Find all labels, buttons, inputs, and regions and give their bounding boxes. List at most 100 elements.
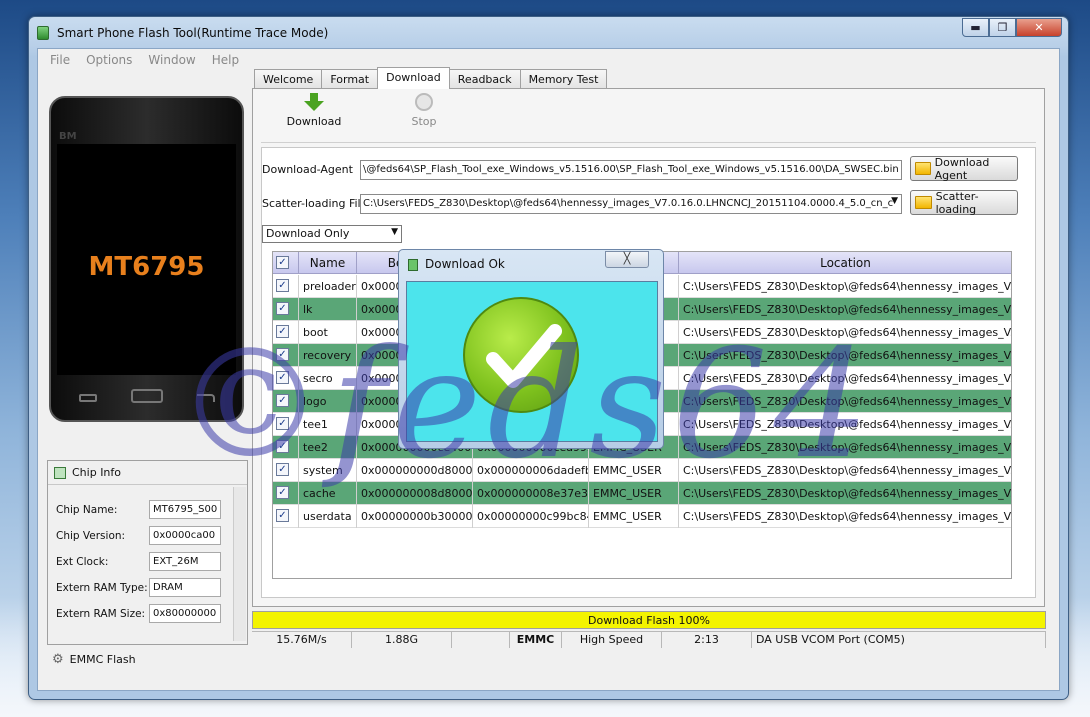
status-port: DA USB VCOM Port (COM5) [752, 632, 1046, 648]
cell-name: boot [299, 321, 357, 344]
status-time: 2:13 [662, 632, 752, 648]
cell-region: EMMC_USER [589, 505, 679, 528]
cell-name: recovery [299, 344, 357, 367]
table-row[interactable]: ✓ userdata0x00000000b30000000x00000000c99… [273, 505, 1011, 528]
cell-name: tee1 [299, 413, 357, 436]
check-all-checkbox[interactable]: ✓ [276, 256, 289, 269]
close-button[interactable]: ✕ [1016, 18, 1062, 37]
folder-icon [915, 162, 931, 175]
ext-clock-label: Ext Clock: [56, 556, 109, 568]
tab-memory-test[interactable]: Memory Test [519, 69, 608, 89]
tab-bar: Welcome Format Download Readback Memory … [254, 67, 608, 89]
title-bar[interactable]: Smart Phone Flash Tool(Runtime Trace Mod… [29, 17, 1068, 49]
cell-region: EMMC_USER [589, 482, 679, 505]
status-usb-speed: High Speed [562, 632, 662, 648]
cell-begin-address: 0x00000000b3000000 [357, 505, 473, 528]
header-check[interactable]: ✓ [273, 252, 299, 274]
cell-name: preloader [299, 275, 357, 298]
menu-window[interactable]: Window [140, 53, 203, 67]
stop-button[interactable]: Stop [394, 93, 454, 128]
download-button-label: Download [286, 115, 342, 128]
download-mode-value: Download Only [266, 227, 350, 240]
menu-options[interactable]: Options [78, 53, 140, 67]
cell-check: ✓ [273, 459, 299, 482]
cell-location: C:\Users\FEDS_Z830\Desktop\@feds64\henne… [679, 482, 1011, 505]
row-checkbox[interactable]: ✓ [276, 463, 289, 476]
scatter-loading-label: Scatter-loading File [262, 197, 368, 210]
cell-location: C:\Users\FEDS_Z830\Desktop\@feds64\henne… [679, 298, 1011, 321]
status-storage: EMMC [510, 632, 562, 648]
emmc-flash-header[interactable]: ⚙ EMMC Flash [52, 652, 136, 667]
cell-check: ✓ [273, 367, 299, 390]
chip-info-header[interactable]: Chip Info [48, 461, 247, 485]
chip-name-value: MT6795_S00 [149, 500, 221, 519]
maximize-button[interactable]: ❐ [989, 18, 1016, 37]
cell-end-address: 0x00000000c99bc843 [473, 505, 589, 528]
row-checkbox[interactable]: ✓ [276, 371, 289, 384]
phone-image: BM MT6795 [49, 96, 244, 422]
download-agent-button[interactable]: Download Agent [910, 155, 1018, 182]
menu-help[interactable]: Help [204, 53, 247, 67]
table-row[interactable]: ✓ cache0x000000008d8000000x000000008e37e3… [273, 482, 1011, 505]
home-key-icon [131, 389, 163, 403]
download-agent-path[interactable]: \@feds64\SP_Flash_Tool_exe_Windows_v5.15… [360, 160, 902, 180]
tab-download[interactable]: Download [377, 67, 450, 89]
cell-name: userdata [299, 505, 357, 528]
cell-name: system [299, 459, 357, 482]
row-checkbox[interactable]: ✓ [276, 348, 289, 361]
emmc-flash-label: EMMC Flash [69, 653, 136, 666]
tab-welcome[interactable]: Welcome [254, 69, 323, 89]
cell-location: C:\Users\FEDS_Z830\Desktop\@feds64\henne… [679, 459, 1011, 482]
cell-begin-address: 0x000000000d800000 [357, 459, 473, 482]
download-arrow-icon [303, 93, 325, 113]
row-checkbox[interactable]: ✓ [276, 325, 289, 338]
status-bar: 15.76M/s 1.88G EMMC High Speed 2:13 DA U… [252, 631, 1046, 648]
dialog-close-button[interactable]: ╳ [605, 251, 649, 268]
back-key-icon [197, 394, 215, 402]
toolbar: Download Stop [261, 91, 1036, 143]
header-location[interactable]: Location [679, 252, 1011, 274]
minimize-button[interactable]: ▬ [962, 18, 989, 37]
checkmark-glyph [486, 324, 562, 388]
chevron-down-icon: ▼ [391, 227, 398, 237]
tab-readback[interactable]: Readback [448, 69, 521, 89]
row-checkbox[interactable]: ✓ [276, 509, 289, 522]
cell-end-address: 0x000000008e37e3b7 [473, 482, 589, 505]
menu-file[interactable]: File [42, 53, 78, 67]
status-blank [452, 632, 510, 648]
ext-clock-value: EXT_26M [149, 552, 221, 571]
table-row[interactable]: ✓ system0x000000000d8000000x000000006dade… [273, 459, 1011, 482]
dialog-body [406, 281, 658, 442]
scatter-loading-button[interactable]: Scatter-loading [910, 190, 1018, 216]
cell-check: ✓ [273, 482, 299, 505]
chip-info-scrollbar[interactable] [233, 487, 246, 641]
row-checkbox[interactable]: ✓ [276, 486, 289, 499]
progress-bar: Download Flash 100% [252, 611, 1046, 629]
cell-location: C:\Users\FEDS_Z830\Desktop\@feds64\henne… [679, 413, 1011, 436]
download-agent-button-label: Download Agent [934, 155, 990, 182]
row-checkbox[interactable]: ✓ [276, 279, 289, 292]
phone-screen: MT6795 [57, 144, 236, 375]
chip-name-label: Chip Name: [56, 504, 118, 516]
chevron-down-icon: ▼ [891, 196, 898, 206]
cell-region: EMMC_USER [589, 459, 679, 482]
stop-icon [413, 93, 435, 113]
tab-format[interactable]: Format [321, 69, 379, 89]
row-checkbox[interactable]: ✓ [276, 394, 289, 407]
chip-version-label: Chip Version: [56, 530, 126, 542]
cell-check: ✓ [273, 390, 299, 413]
cell-name: secro [299, 367, 357, 390]
menu-key-icon [79, 394, 97, 402]
scatter-loading-path-text: C:\Users\FEDS_Z830\Desktop\@feds64\henne… [363, 198, 894, 209]
cell-check: ✓ [273, 321, 299, 344]
header-name[interactable]: Name [299, 252, 357, 274]
download-mode-select[interactable]: Download Only ▼ [262, 225, 402, 243]
row-checkbox[interactable]: ✓ [276, 417, 289, 430]
download-button[interactable]: Download [284, 93, 344, 128]
row-checkbox[interactable]: ✓ [276, 440, 289, 453]
cell-name: logo [299, 390, 357, 413]
checkmark-icon [463, 297, 579, 413]
scatter-loading-path[interactable]: C:\Users\FEDS_Z830\Desktop\@feds64\henne… [360, 194, 902, 214]
cell-name: cache [299, 482, 357, 505]
row-checkbox[interactable]: ✓ [276, 302, 289, 315]
